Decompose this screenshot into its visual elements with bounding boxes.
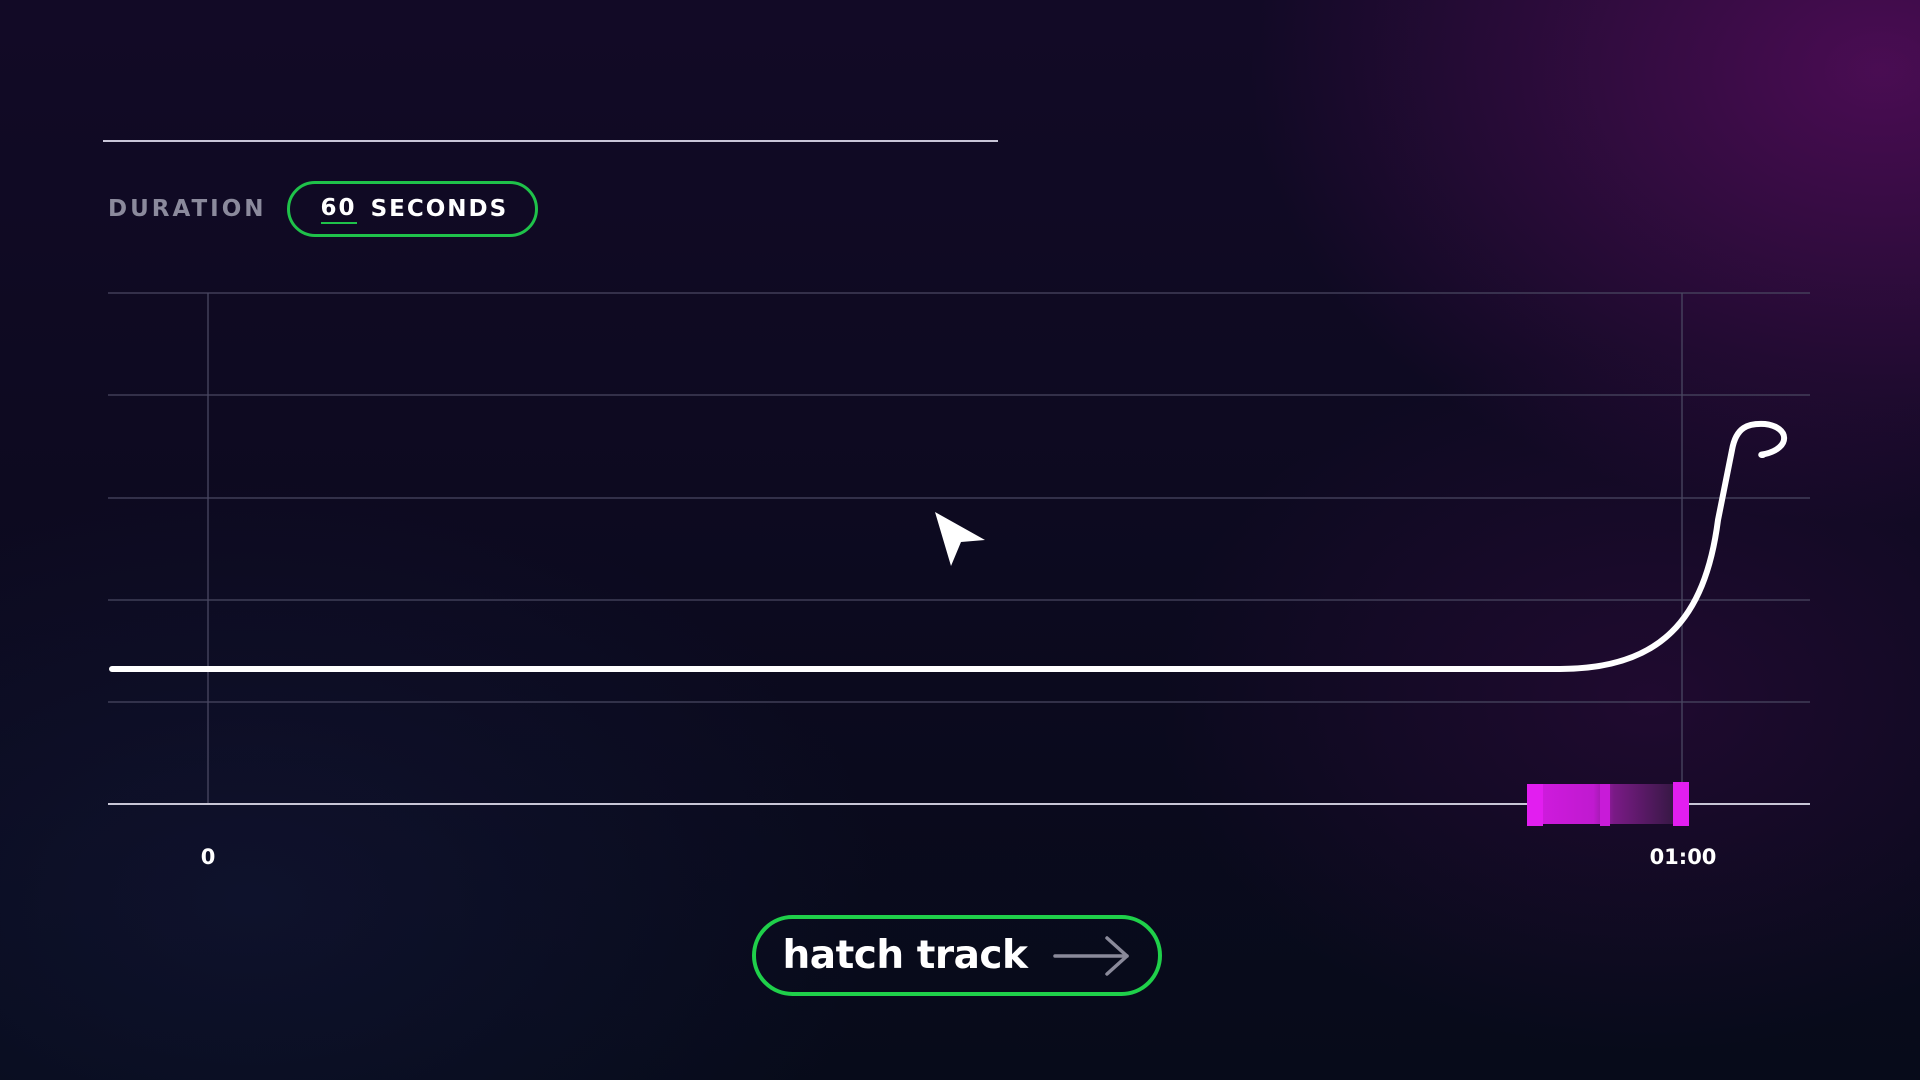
selection-handle-mid[interactable]	[1600, 784, 1610, 826]
timeline-end-label: 01:00	[1649, 845, 1717, 869]
hatch-track-screen: DURATION 60 SECONDS 0 01:00 hatch track	[0, 0, 1920, 1080]
timeline-start-label: 0	[200, 845, 216, 869]
hatch-track-button[interactable]: hatch track	[752, 915, 1162, 996]
arrow-right-icon	[1053, 935, 1130, 976]
selection-handle-start[interactable]	[1527, 784, 1543, 826]
selection-handle-end[interactable]	[1673, 782, 1689, 826]
mouse-pointer-icon	[935, 512, 985, 566]
time-selection[interactable]	[1527, 782, 1689, 826]
hatch-track-label: hatch track	[782, 933, 1028, 978]
